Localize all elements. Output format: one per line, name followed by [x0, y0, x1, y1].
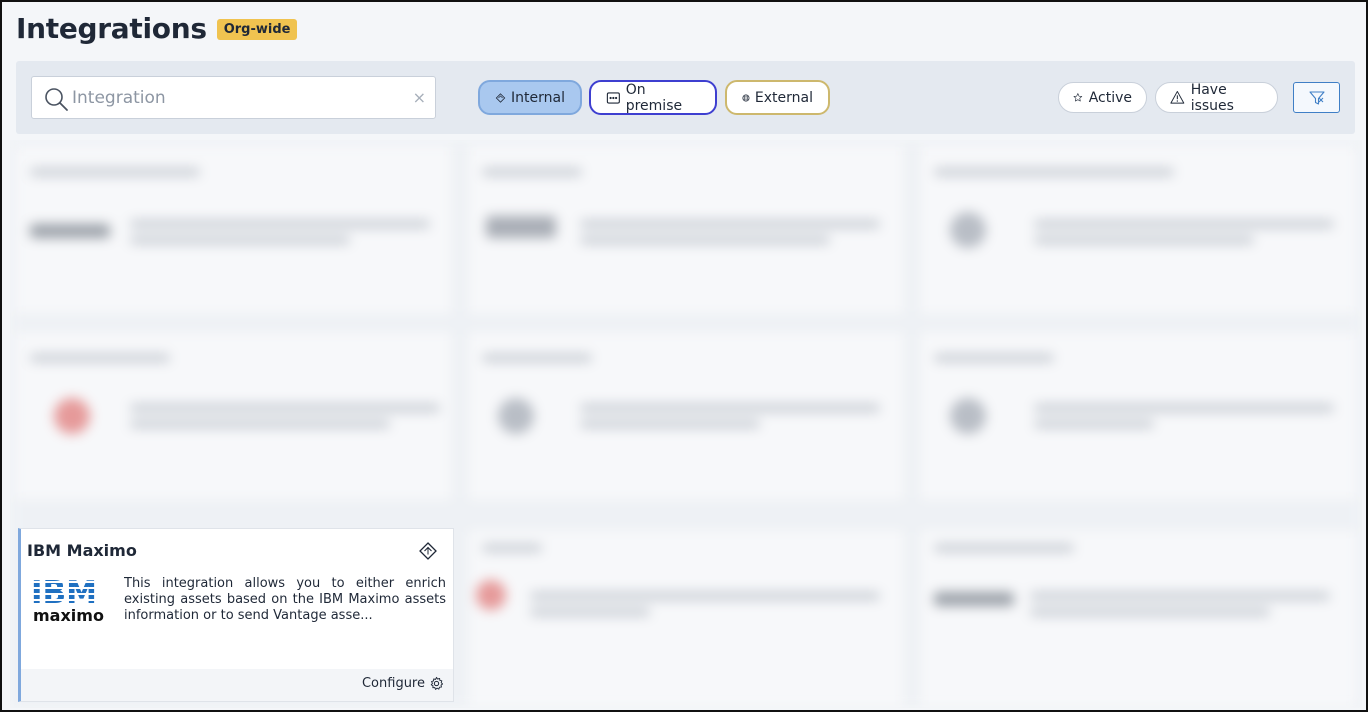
filter-internal-label: Internal	[511, 89, 565, 106]
blurred-line	[580, 404, 880, 412]
search-box[interactable]: ×	[31, 76, 436, 119]
blurred-logo	[498, 398, 534, 434]
configure-label: Configure	[361, 676, 425, 691]
filter-active-label: Active	[1088, 89, 1132, 106]
blurred-card	[466, 528, 906, 708]
configure-button[interactable]: Configure	[362, 676, 444, 691]
card-footer: Configure	[21, 669, 453, 701]
filter-have-issues-button[interactable]: Have issues	[1155, 81, 1278, 114]
blurred-line	[130, 236, 350, 244]
filter-external-button[interactable]: External	[725, 80, 830, 115]
blurred-line	[934, 354, 1054, 362]
blurred-line	[482, 168, 582, 176]
filter-have-issues-label: Have issues	[1190, 81, 1234, 114]
blurred-line	[30, 224, 110, 238]
scope-badge: Org-wide	[216, 19, 298, 40]
search-icon	[45, 88, 68, 111]
blurred-line	[580, 220, 880, 228]
blurred-line	[1034, 220, 1334, 228]
warning-icon	[1170, 90, 1185, 104]
blurred-line	[1030, 608, 1270, 616]
integration-name: IBM Maximo	[27, 541, 137, 560]
blurred-line	[1034, 404, 1334, 412]
filter-on-premise-button[interactable]: On premise	[589, 80, 717, 115]
blurred-line	[530, 608, 650, 616]
blurred-line	[482, 354, 592, 362]
blurred-line	[130, 220, 430, 228]
integration-description: This integration allows you to either en…	[124, 576, 446, 623]
filter-clear-icon	[1308, 90, 1325, 105]
blurred-line	[30, 354, 170, 362]
blurred-line	[486, 216, 556, 238]
blurred-card	[918, 528, 1358, 708]
filter-toolbar: × Internal On premise External Active	[16, 61, 1355, 134]
clear-search-icon[interactable]: ×	[413, 88, 426, 107]
blurred-line	[934, 544, 1074, 552]
gear-icon	[430, 676, 444, 690]
page-header: Integrations Org-wide	[16, 12, 298, 45]
blurred-line	[934, 168, 1174, 176]
clear-filters-button[interactable]	[1293, 82, 1340, 113]
diamond-icon	[419, 542, 437, 560]
blurred-line	[30, 168, 200, 176]
blurred-line	[580, 236, 830, 244]
page-title: Integrations	[16, 12, 207, 45]
diamond-icon	[495, 92, 506, 103]
filter-external-label: External	[754, 89, 813, 106]
filter-on-premise-label: On premise	[625, 81, 683, 114]
blurred-line	[130, 420, 390, 428]
blurred-line	[1034, 236, 1254, 244]
blurred-line	[130, 404, 440, 412]
blurred-logo	[950, 212, 986, 248]
filter-active-button[interactable]: Active	[1058, 82, 1147, 113]
star-icon	[1073, 93, 1083, 102]
blurred-line	[530, 592, 880, 600]
svg-text:maximo: maximo	[33, 606, 104, 625]
blurred-line	[482, 544, 542, 552]
server-icon	[606, 91, 620, 104]
blurred-line	[934, 592, 1014, 606]
filter-internal-button[interactable]: Internal	[478, 80, 582, 115]
blurred-line	[580, 420, 760, 428]
globe-icon	[742, 93, 750, 102]
search-input[interactable]	[72, 85, 402, 111]
integration-card-ibm-maximo[interactable]: IBM Maximo IBM maximo This integration a…	[18, 528, 454, 702]
blurred-line	[1034, 420, 1154, 428]
blurred-line	[1030, 592, 1330, 600]
ibm-maximo-logo: IBM maximo	[29, 575, 113, 625]
blurred-logo	[950, 398, 986, 434]
blurred-logo	[54, 398, 90, 434]
blurred-logo	[476, 580, 506, 610]
